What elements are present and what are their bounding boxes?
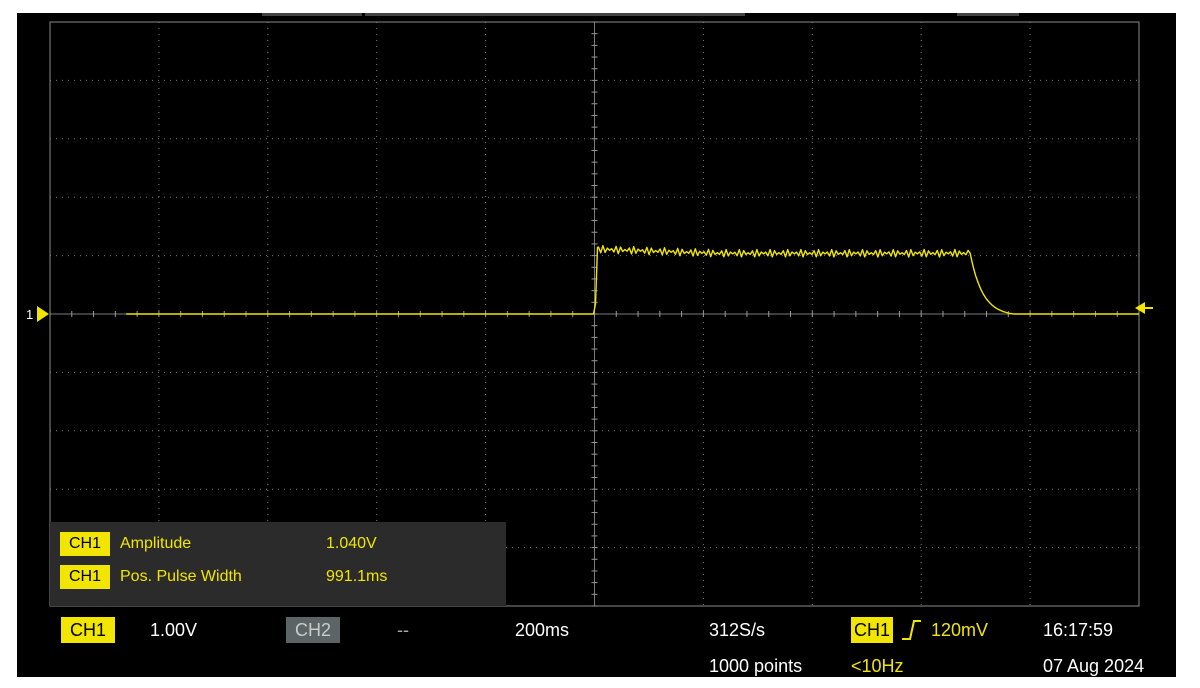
ch2-badge[interactable]: CH2 [286, 617, 340, 643]
measurement-row-amplitude[interactable]: CH1 Amplitude 1.040V [50, 531, 506, 557]
measurement-channel-tag: CH1 [60, 532, 110, 556]
measurements-panel[interactable]: CH1 Amplitude 1.040V CH1 Pos. Pulse Widt… [50, 522, 506, 606]
ch1-badge[interactable]: CH1 [61, 617, 115, 643]
measurement-value: 1.040V [326, 535, 377, 552]
record-length: 1000 points [709, 656, 803, 676]
clock-date: 07 Aug 2024 [1043, 656, 1145, 676]
trigger-level[interactable]: 120mV [931, 617, 988, 643]
oscilloscope-screen: 1 CH1 Amplitude 1.040V CH1 Pos. Pulse Wi… [17, 13, 1176, 677]
measurement-value: 991.1ms [326, 568, 388, 585]
measurement-row-pulse-width[interactable]: CH1 Pos. Pulse Width 991.1ms [50, 564, 506, 590]
timebase[interactable]: 200ms [515, 617, 569, 643]
ch2-scale[interactable]: -- [397, 617, 409, 643]
clock-time: 16:17:59 [1043, 620, 1114, 640]
ch1-scale[interactable]: 1.00V [150, 617, 197, 643]
rising-edge-icon [902, 620, 921, 640]
trigger-frequency: <10Hz [851, 656, 904, 676]
trigger-source-badge[interactable]: CH1 [851, 617, 893, 643]
measurement-label: Amplitude [120, 535, 192, 552]
ch1-ground-marker-label: 1 [26, 307, 33, 322]
measurement-channel-tag: CH1 [60, 565, 110, 589]
ch1-ground-marker-icon [37, 306, 49, 322]
trigger-level-marker-icon [1135, 302, 1145, 314]
measurement-label: Pos. Pulse Width [120, 568, 242, 585]
sample-rate: 312S/s [709, 620, 766, 640]
